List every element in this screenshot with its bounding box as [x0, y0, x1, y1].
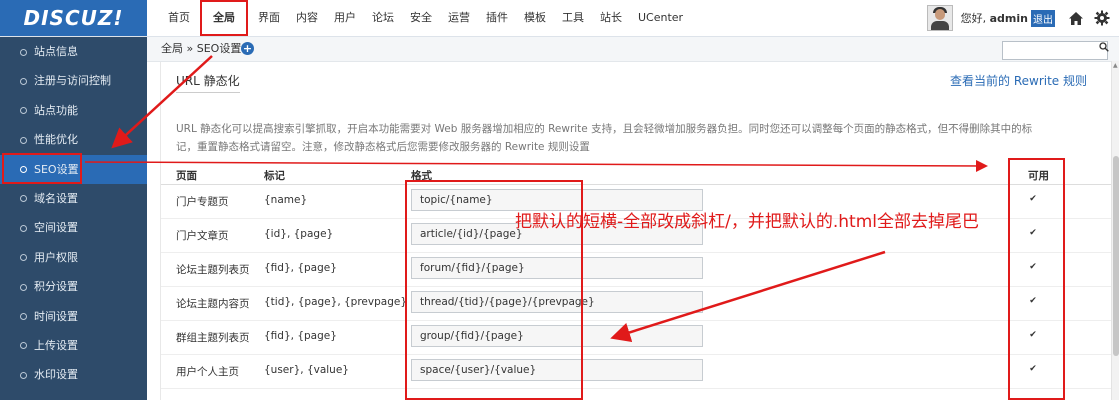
- arrow-text-to-format: [610, 250, 886, 343]
- arrow-nav-to-seo: [111, 55, 213, 149]
- annotation-arrows: [84, 55, 988, 343]
- arrow-seo-to-enabled: [84, 159, 988, 172]
